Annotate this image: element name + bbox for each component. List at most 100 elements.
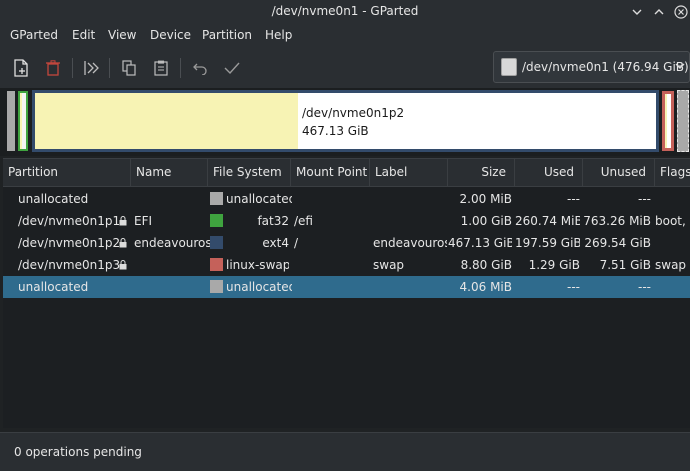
cell-flags <box>655 276 690 298</box>
cell-partition: /dev/nvme0n1p3 <box>18 258 121 272</box>
cell-used: --- <box>567 192 580 206</box>
cell-unused: 269.54 GiB <box>584 236 651 250</box>
cell-mountpoint: /efi <box>294 214 313 228</box>
column-flags[interactable]: Flags <box>655 159 690 187</box>
chevron-down-icon <box>632 9 642 15</box>
cell-flags <box>655 188 690 210</box>
window-title: /dev/nvme0n1 - GParted <box>271 4 419 18</box>
partition-map: /dev/nvme0n1p2 467.13 GiB <box>0 88 690 156</box>
cell-name <box>134 276 210 298</box>
cell-used: 260.74 MiB <box>515 214 580 228</box>
resize-move-button[interactable] <box>80 56 104 80</box>
filesystem-color-swatch <box>210 258 223 271</box>
cell-partition: unallocated <box>18 192 89 206</box>
menu-edit[interactable]: Edit <box>72 28 95 42</box>
map-efi-partition[interactable] <box>18 91 28 151</box>
cell-used: 197.59 GiB <box>515 236 580 250</box>
table-row[interactable]: unallocated unallocated 4.06 MiB --- --- <box>3 276 690 298</box>
cell-label: endeavouros <box>373 236 447 250</box>
menu-bar: GParted Edit View Device Partition Help <box>0 24 690 48</box>
undo-button[interactable] <box>188 56 212 80</box>
close-button[interactable] <box>671 2 690 22</box>
filesystem-color-swatch <box>210 214 223 227</box>
column-partition[interactable]: Partition <box>3 159 131 187</box>
table-row[interactable]: /dev/nvme0n1p1 EFI fat32/efi 1.00 GiB 260.74… <box>3 210 690 232</box>
cell-filesystem: fat32 <box>257 214 289 228</box>
device-label: /dev/nvme0n1 (476.94 GiB) <box>522 60 689 74</box>
filesystem-color-swatch <box>210 236 223 249</box>
table-row[interactable]: unallocated unallocated 2.00 MiB --- --- <box>3 188 690 210</box>
cell-label <box>373 210 447 232</box>
map-partition-name: /dev/nvme0n1p2 <box>302 106 405 120</box>
map-endeavouros-partition[interactable]: /dev/nvme0n1p2 467.13 GiB <box>32 90 659 152</box>
cell-mountpoint <box>294 276 368 298</box>
menu-partition[interactable]: Partition <box>202 28 252 42</box>
toolbar-separator <box>109 58 110 78</box>
table-row[interactable]: /dev/nvme0n1p2 endeavouros ext4 / endeavouro… <box>3 232 690 254</box>
paste-icon <box>154 60 168 76</box>
copy-button[interactable] <box>117 56 141 80</box>
apply-button[interactable] <box>220 56 244 80</box>
cell-name: endeavouros <box>134 236 210 250</box>
undo-icon <box>193 63 207 75</box>
status-bar: 0 operations pending <box>0 432 690 471</box>
cell-unused: 7.51 GiB <box>599 258 651 272</box>
map-partition-size: 467.13 GiB <box>302 124 369 138</box>
menu-device[interactable]: Device <box>150 28 191 42</box>
delete-button[interactable] <box>41 56 65 80</box>
partition-table: Partition Name File System Mount Point L… <box>3 158 690 428</box>
lock-icon <box>119 260 127 270</box>
cell-filesystem: unallocated <box>226 280 292 294</box>
filesystem-color-swatch <box>210 192 223 205</box>
cell-unused: --- <box>638 280 651 294</box>
cell-label <box>373 188 447 210</box>
title-bar: /dev/nvme0n1 - GParted <box>0 0 690 24</box>
menu-help[interactable]: Help <box>265 28 292 42</box>
chevron-down-icon <box>675 62 685 73</box>
map-unallocated-start[interactable] <box>7 91 15 151</box>
delete-icon <box>46 60 60 76</box>
table-header: Partition Name File System Mount Point L… <box>3 159 690 187</box>
cell-flags: swap <box>655 258 687 272</box>
column-size[interactable]: Size <box>448 159 515 187</box>
maximize-button[interactable] <box>649 2 669 22</box>
resize-move-icon <box>84 61 99 75</box>
toolbar-separator <box>72 58 73 78</box>
new-button[interactable] <box>9 56 33 80</box>
cell-size: 2.00 MiB <box>459 192 512 206</box>
column-label[interactable]: Label <box>370 159 448 187</box>
cell-used: --- <box>567 280 580 294</box>
column-used[interactable]: Used <box>515 159 583 187</box>
lock-icon <box>119 216 127 226</box>
column-filesystem[interactable]: File System <box>208 159 291 187</box>
paste-button[interactable] <box>149 56 173 80</box>
cell-label: swap <box>373 258 405 272</box>
minimize-button[interactable] <box>627 2 647 22</box>
cell-size: 1.00 GiB <box>460 214 512 228</box>
map-unallocated-end[interactable] <box>677 90 689 152</box>
menu-gparted[interactable]: GParted <box>10 28 58 42</box>
apply-checkmark-icon <box>224 62 240 75</box>
map-used-fill <box>35 93 298 149</box>
cell-filesystem: unallocated <box>226 192 292 206</box>
close-icon <box>674 5 688 19</box>
cell-partition: /dev/nvme0n1p1 <box>18 214 121 228</box>
cell-unused: --- <box>638 192 651 206</box>
device-selector[interactable]: /dev/nvme0n1 (476.94 GiB) <box>493 51 690 83</box>
cell-size: 4.06 MiB <box>459 280 512 294</box>
column-name[interactable]: Name <box>131 159 208 187</box>
copy-icon <box>122 60 136 76</box>
column-mountpoint[interactable]: Mount Point <box>291 159 370 187</box>
cell-mountpoint: / <box>294 236 299 250</box>
cell-used: 1.29 GiB <box>528 258 580 272</box>
map-swap-partition[interactable] <box>662 91 674 151</box>
menu-view[interactable]: View <box>108 28 136 42</box>
drive-icon <box>501 58 517 76</box>
cell-size: 8.80 GiB <box>460 258 512 272</box>
cell-filesystem: ext4 <box>262 236 289 250</box>
column-unused[interactable]: Unused <box>583 159 655 187</box>
table-row[interactable]: /dev/nvme0n1p3 linux-swap swap 8.80 GiB 1.29… <box>3 254 690 276</box>
operations-pending: 0 operations pending <box>14 445 142 459</box>
cell-flags <box>655 232 690 254</box>
chevron-up-icon <box>654 9 664 15</box>
